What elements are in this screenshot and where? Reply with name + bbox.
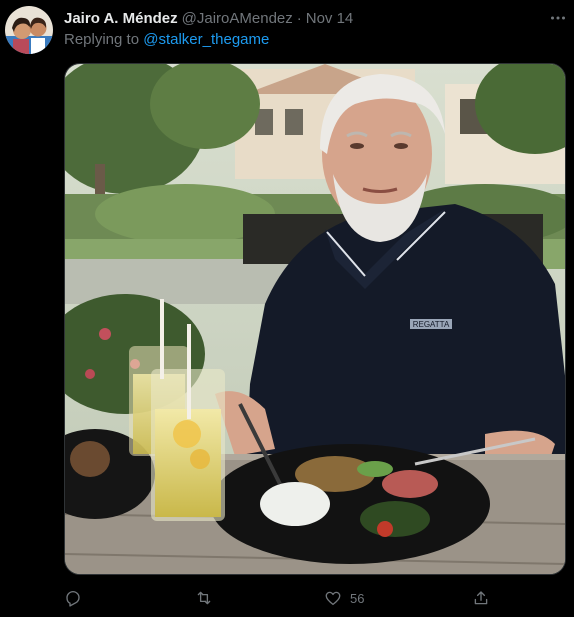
reply-icon (66, 590, 80, 607)
avatar-photo-icon (5, 6, 53, 54)
photo-man-eating-icon: REGATTA (65, 64, 565, 574)
replying-to: Replying to @stalker_thegame (64, 30, 269, 50)
separator-dot: · (296, 9, 302, 27)
author-handle[interactable]: @JairoAMendez (182, 10, 293, 27)
replying-to-label: Replying to (64, 31, 144, 48)
more-options-button[interactable] (548, 8, 568, 28)
avatar[interactable] (5, 6, 53, 54)
tweet-header: Jairo A. Méndez @JairoAMendez · Nov 14 (64, 8, 353, 28)
tweet[interactable]: Jairo A. Méndez @JairoAMendez · Nov 14 R… (0, 0, 574, 617)
shirt-logo-text: REGATTA (413, 320, 450, 329)
share-icon (474, 591, 488, 605)
reply-button[interactable] (64, 584, 82, 612)
retweet-icon (197, 591, 211, 605)
replying-to-handle-link[interactable]: @stalker_thegame (143, 31, 269, 48)
author-display-name[interactable]: Jairo A. Méndez (64, 10, 178, 27)
retweet-button[interactable] (194, 584, 214, 612)
heart-icon (325, 591, 341, 606)
tweet-timestamp[interactable]: Nov 14 (306, 10, 354, 27)
tweet-photo[interactable]: REGATTA (64, 63, 566, 575)
more-dots-icon (551, 16, 565, 20)
tweet-actions: 56 (56, 584, 496, 612)
like-count: 56 (350, 590, 365, 606)
share-button[interactable] (472, 584, 490, 612)
like-button[interactable]: 56 (324, 584, 364, 612)
